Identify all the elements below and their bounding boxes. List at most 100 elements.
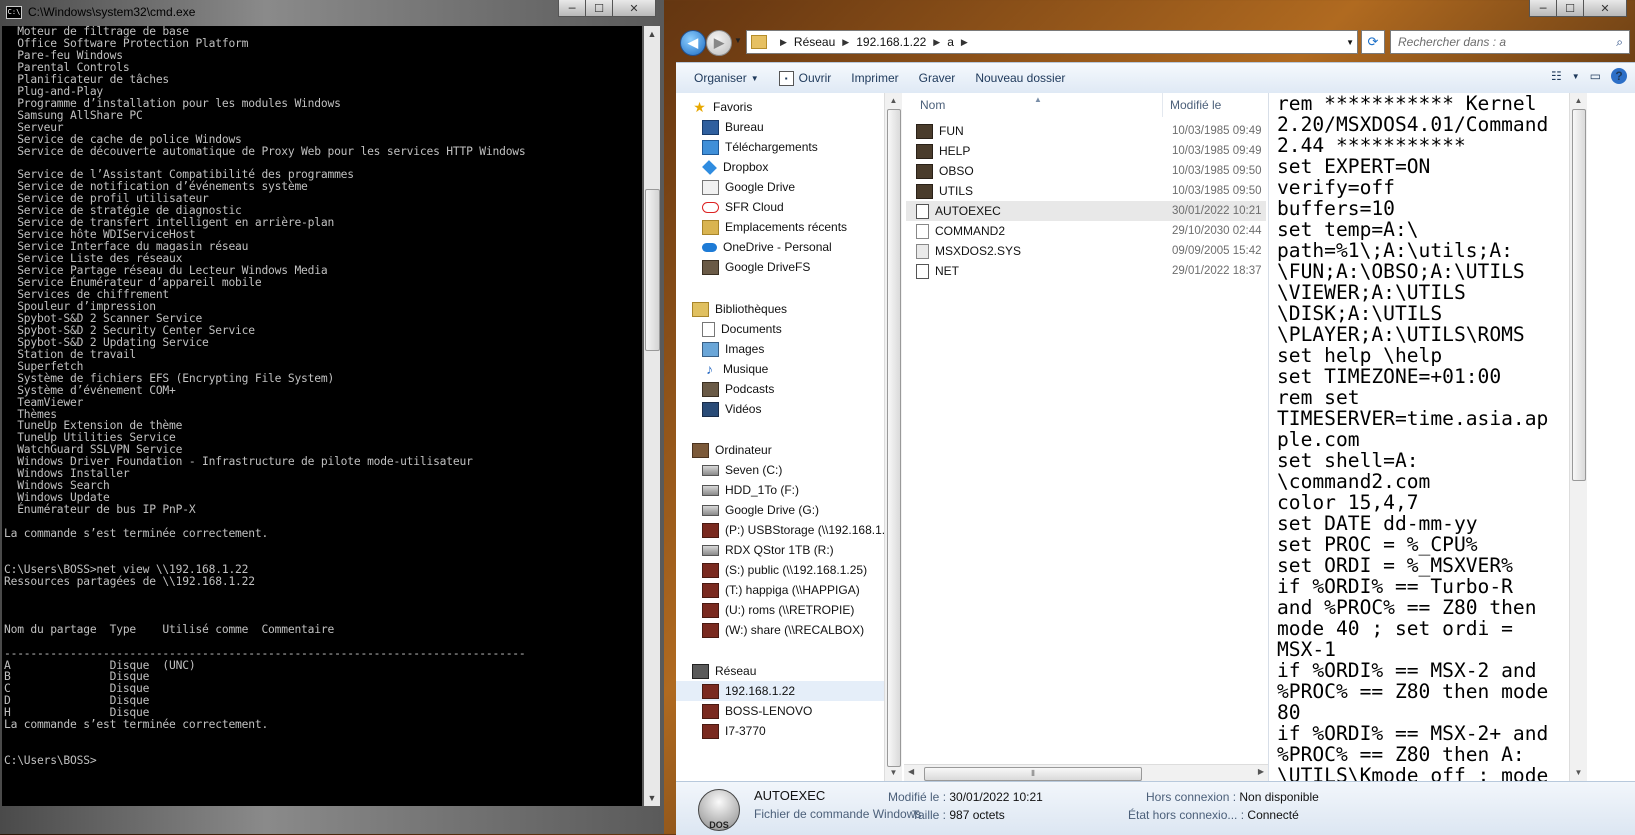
back-arrow-icon[interactable]: ◀ — [680, 30, 706, 56]
file-row[interactable]: HELP 10/03/1985 09:49 — [906, 141, 1266, 161]
nav-item-drive-w[interactable]: (W:) share (\\RECALBOX) — [702, 620, 864, 640]
preview-scrollbar[interactable]: ▲ ▼ — [1569, 93, 1587, 781]
refresh-icon[interactable]: ⟳ — [1361, 30, 1385, 54]
recent-pages-dropdown-icon[interactable]: ▼ — [734, 36, 742, 45]
breadcrumb-host[interactable]: 192.168.1.22 — [856, 35, 926, 49]
nav-item-google-drivefs[interactable]: Google DriveFS — [702, 257, 810, 277]
nav-item-recent-places[interactable]: Emplacements récents — [702, 217, 847, 237]
file-list-horizontal-scrollbar[interactable]: ◀ ⦀ ▶ — [904, 764, 1268, 782]
navigation-scrollbar[interactable]: ▲ ▼ — [884, 93, 902, 781]
nav-item-drive-g[interactable]: Google Drive (G:) — [702, 500, 819, 520]
scrollbar-thumb[interactable] — [1572, 109, 1586, 481]
explorer-body: ★ Favoris Bureau Téléchargements Dropbox Goog… — [676, 93, 1635, 782]
breadcrumb-separator-icon[interactable]: ▶ — [933, 37, 940, 48]
scroll-up-arrow-icon[interactable]: ▲ — [1570, 93, 1587, 109]
nav-item-label: Bureau — [725, 120, 764, 134]
breadcrumb-separator-icon[interactable]: ▶ — [961, 37, 968, 48]
nav-item-host-boss-lenovo[interactable]: BOSS-LENOVO — [702, 701, 812, 721]
burn-button[interactable]: Graver — [919, 71, 956, 85]
nav-item-onedrive[interactable]: OneDrive - Personal — [702, 237, 832, 257]
new-folder-button[interactable]: Nouveau dossier — [975, 71, 1065, 85]
nav-item-drive-r[interactable]: RDX QStor 1TB (R:) — [702, 540, 834, 560]
nav-item-host-192-168-1-22[interactable]: 192.168.1.22 — [676, 681, 884, 701]
search-icon[interactable]: ⌕ — [1616, 35, 1623, 50]
column-header-modified[interactable]: Modifié le — [1170, 93, 1221, 117]
scroll-up-arrow-icon[interactable]: ▲ — [644, 26, 660, 42]
file-row[interactable]: UTILS 10/03/1985 09:50 — [906, 181, 1266, 201]
nav-item-documents[interactable]: Documents — [702, 319, 782, 339]
breadcrumb-share[interactable]: a — [947, 35, 954, 49]
nav-section-favorites[interactable]: ★ Favoris — [692, 97, 752, 117]
nav-item-images[interactable]: Images — [702, 339, 764, 359]
address-bar[interactable]: ▶ Réseau ▶ 192.168.1.22 ▶ a ▶ ▼ — [746, 30, 1358, 54]
nav-item-label: I7-3770 — [725, 724, 766, 738]
cmd-titlebar[interactable]: C:\ C:\Windows\system32\cmd.exe ─ ☐ ✕ — [0, 0, 664, 24]
maximize-button[interactable]: ☐ — [585, 0, 613, 17]
column-header-name[interactable]: Nom — [920, 93, 945, 117]
nav-item-sfr-cloud[interactable]: SFR Cloud — [702, 197, 784, 217]
nav-item-dropbox[interactable]: Dropbox — [702, 157, 768, 177]
nav-item-podcasts[interactable]: Podcasts — [702, 379, 774, 399]
nav-section-network[interactable]: Réseau — [692, 661, 756, 681]
print-button[interactable]: Imprimer — [851, 71, 898, 85]
nav-item-drive-c[interactable]: Seven (C:) — [702, 460, 782, 480]
address-dropdown-icon[interactable]: ▼ — [1346, 38, 1354, 47]
maximize-button[interactable]: ☐ — [1556, 0, 1584, 17]
breadcrumb-separator-icon[interactable]: ▶ — [780, 37, 787, 48]
nav-section-computer[interactable]: Ordinateur — [692, 440, 772, 460]
change-view-icon[interactable]: ☷ — [1551, 69, 1562, 83]
column-divider[interactable] — [1162, 93, 1163, 117]
nav-item-downloads[interactable]: Téléchargements — [702, 137, 818, 157]
scroll-down-arrow-icon[interactable]: ▼ — [644, 790, 660, 806]
file-list[interactable]: Nom ▲ Modifié le FUN 10/03/1985 09:49 HELP… — [904, 93, 1268, 782]
nav-item-videos[interactable]: Vidéos — [702, 399, 761, 419]
file-row[interactable]: MSXDOS2.SYS 09/09/2005 15:42 — [906, 241, 1266, 261]
nav-item-drive-f[interactable]: HDD_1To (F:) — [702, 480, 799, 500]
offline-value: Non disponible — [1239, 790, 1319, 804]
console-output[interactable]: Moteur de filtrage de base Office Softwa… — [2, 26, 642, 806]
nav-item-label: BOSS-LENOVO — [725, 704, 813, 718]
scroll-down-arrow-icon[interactable]: ▼ — [885, 765, 902, 781]
search-input[interactable]: Rechercher dans : a ⌕ — [1390, 30, 1630, 54]
view-options-chevron-icon[interactable]: ▼ — [1572, 72, 1580, 81]
close-button[interactable]: ✕ — [612, 0, 656, 17]
offline-state-value: Connecté — [1247, 808, 1299, 822]
nav-item-drive-s[interactable]: (S:) public (\\192.168.1.25) — [702, 560, 867, 580]
nav-item-drive-t[interactable]: (T:) happiga (\\HAPPIGA) — [702, 580, 860, 600]
nav-item-google-drive[interactable]: Google Drive — [702, 177, 795, 197]
nav-section-libraries[interactable]: Bibliothèques — [692, 299, 787, 319]
hdd-icon — [702, 464, 719, 476]
file-row[interactable]: OBSO 10/03/1985 09:50 — [906, 161, 1266, 181]
breadcrumb-network[interactable]: Réseau — [794, 35, 835, 49]
details-size: Taille : 987 octets — [912, 808, 1005, 822]
scroll-up-arrow-icon[interactable]: ▲ — [885, 93, 902, 109]
nav-item-host-i7-3770[interactable]: I7-3770 — [702, 721, 766, 741]
help-icon[interactable]: ? — [1611, 68, 1627, 84]
file-row[interactable]: AUTOEXEC 30/01/2022 10:21 — [906, 201, 1266, 221]
open-button[interactable]: ▪ Ouvrir — [778, 70, 831, 86]
file-name: OBSO — [939, 164, 974, 178]
navigation-pane[interactable]: ★ Favoris Bureau Téléchargements Dropbox Goog… — [676, 93, 884, 781]
scroll-down-arrow-icon[interactable]: ▼ — [1570, 765, 1587, 781]
forward-arrow-icon[interactable]: ▶ — [706, 30, 732, 56]
file-row[interactable]: COMMAND2 29/10/2030 02:44 — [906, 221, 1266, 241]
preview-pane-icon[interactable]: ▭ — [1590, 69, 1601, 83]
nav-item-bureau[interactable]: Bureau — [702, 117, 764, 137]
scrollbar-thumb[interactable]: ⦀ — [924, 767, 1142, 781]
nav-item-music[interactable]: ♪ Musique — [702, 359, 768, 379]
scroll-right-arrow-icon[interactable]: ▶ — [1258, 767, 1264, 776]
console-scrollbar[interactable]: ▲ ▼ — [644, 26, 660, 806]
organize-button[interactable]: Organiser ▼ — [694, 71, 759, 85]
file-row[interactable]: NET 29/01/2022 18:37 — [906, 261, 1266, 281]
nav-item-drive-u[interactable]: (U:) roms (\\RETROPIE) — [702, 600, 854, 620]
scrollbar-thumb[interactable] — [887, 109, 901, 767]
breadcrumb-separator-icon[interactable]: ▶ — [842, 37, 849, 48]
minimize-button[interactable]: ─ — [558, 0, 586, 17]
nav-item-drive-p[interactable]: (P:) USBStorage (\\192.168.1.25) — [702, 520, 884, 540]
file-row[interactable]: FUN 10/03/1985 09:49 — [906, 121, 1266, 141]
scroll-left-arrow-icon[interactable]: ◀ — [908, 767, 914, 776]
minimize-button[interactable]: ─ — [1529, 0, 1557, 17]
close-button[interactable]: ✕ — [1583, 0, 1627, 17]
preview-pane[interactable]: rem *********** Kernel 2.20/MSXDOS4.01/C… — [1268, 93, 1570, 781]
scrollbar-thumb[interactable] — [645, 189, 660, 351]
